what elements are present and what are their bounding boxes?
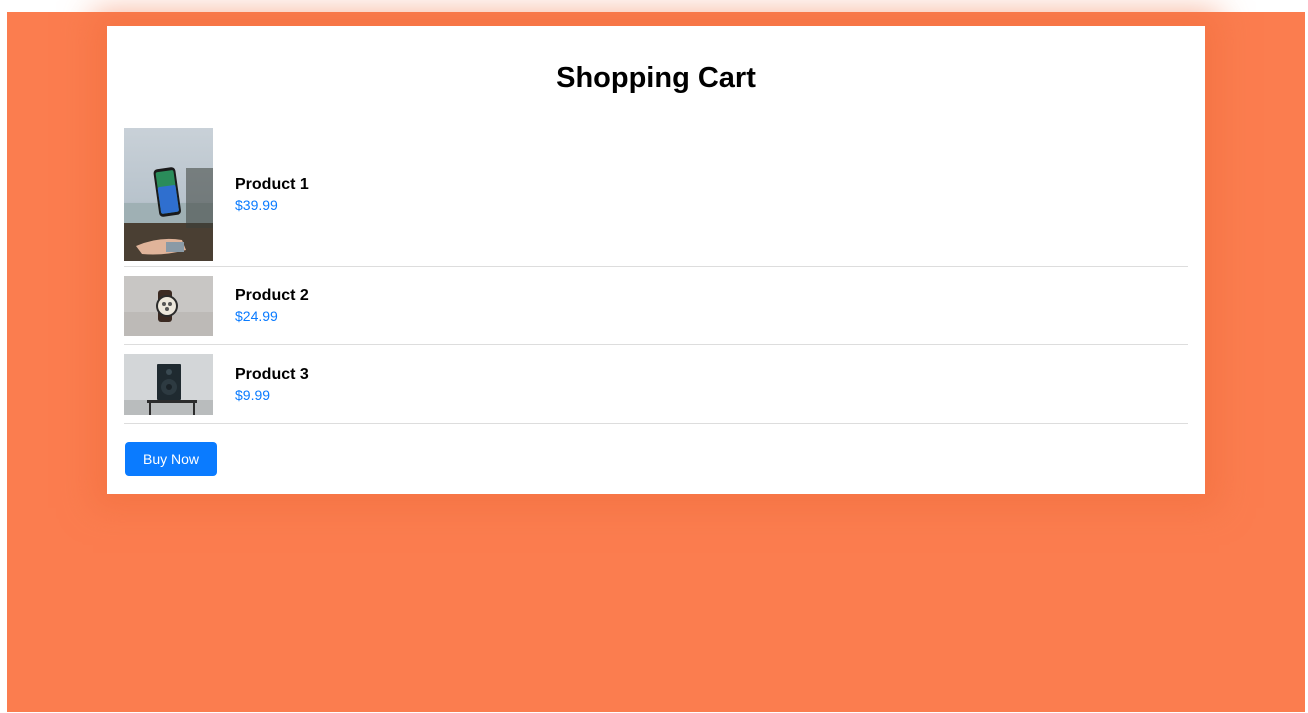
item-name: Product 2 — [235, 287, 309, 304]
cart-item: Product 2 $24.99 — [124, 267, 1188, 345]
item-info: Product 1 $39.99 — [235, 175, 309, 214]
cart-item: Product 1 $39.99 — [124, 123, 1188, 267]
item-price: $39.99 — [235, 197, 278, 213]
buy-now-button[interactable]: Buy Now — [125, 442, 217, 476]
phone-photo-icon — [124, 128, 213, 261]
item-name: Product 3 — [235, 365, 309, 383]
watch-photo-icon — [124, 275, 213, 336]
item-price: $24.99 — [235, 308, 278, 324]
shopping-cart-panel: Shopping Cart Product 1 $39.99 Product 2… — [107, 26, 1205, 494]
item-info: Product 2 $24.99 — [235, 286, 309, 325]
item-price: $9.99 — [235, 386, 271, 403]
item-name: Product 1 — [235, 176, 309, 193]
cart-item: Product 3 $9.99 — [124, 345, 1188, 424]
item-info: Product 3 $9.99 — [235, 365, 309, 404]
speaker-photo-icon — [124, 353, 213, 415]
page-title: Shopping Cart — [556, 62, 756, 94]
